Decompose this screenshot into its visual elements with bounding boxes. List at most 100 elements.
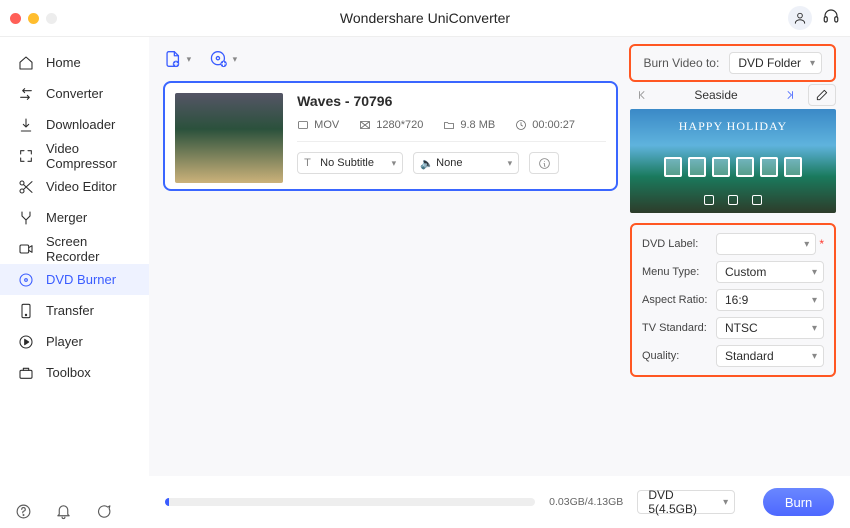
disc-type-select[interactable]: DVD 5(4.5GB) <box>637 490 735 514</box>
download-icon <box>18 117 34 133</box>
sidebar-item-label: Downloader <box>46 117 115 132</box>
tv-standard-label: TV Standard: <box>642 322 716 334</box>
sidebar-item-player[interactable]: Player <box>0 326 149 357</box>
close-window-button[interactable] <box>10 13 21 24</box>
resolution-icon <box>359 119 371 131</box>
clip-size: 9.8 MB <box>460 119 495 131</box>
toolbox-icon <box>18 365 34 381</box>
sidebar-item-merger[interactable]: Merger <box>0 202 149 233</box>
notifications-button[interactable] <box>54 502 72 520</box>
sidebar-item-label: Home <box>46 55 81 70</box>
add-file-button[interactable]: ▾ <box>163 45 191 73</box>
merge-icon <box>18 210 34 226</box>
theme-banner-text: HAPPY HOLIDAY <box>630 119 836 134</box>
burn-button[interactable]: Burn <box>763 488 834 516</box>
help-icon <box>15 503 32 520</box>
next-theme-button[interactable] <box>776 84 802 106</box>
aspect-ratio-select[interactable]: 16:9 <box>716 289 824 311</box>
sidebar-item-dvd-burner[interactable]: DVD Burner <box>0 264 149 295</box>
play-icon <box>18 334 34 350</box>
folder-icon <box>443 119 455 131</box>
quality-select[interactable]: Standard <box>716 345 824 367</box>
clip-title: Waves - 70796 <box>297 93 606 109</box>
next-icon <box>781 89 797 101</box>
sidebar-item-transfer[interactable]: Transfer <box>0 295 149 326</box>
format-icon <box>297 119 309 131</box>
file-plus-icon <box>163 48 182 70</box>
clip-duration: 00:00:27 <box>532 119 575 131</box>
account-button[interactable] <box>788 6 812 30</box>
sidebar-item-label: Transfer <box>46 303 94 318</box>
menu-type-select[interactable]: Custom <box>716 261 824 283</box>
transfer-icon <box>18 303 34 319</box>
dvd-settings: DVD Label: * Menu Type: Custom Aspect Ra… <box>630 223 836 377</box>
subtitle-icon: T <box>304 157 311 169</box>
home-icon <box>18 55 34 71</box>
sidebar-item-toolbox[interactable]: Toolbox <box>0 357 149 388</box>
clip-info-button[interactable] <box>529 152 559 174</box>
clip-thumbnail <box>175 93 283 183</box>
burn-to-select[interactable]: DVD Folder <box>729 52 822 74</box>
sidebar-item-label: Video Editor <box>46 179 117 194</box>
app-title: Wondershare UniConverter <box>340 10 510 26</box>
sidebar-item-label: Screen Recorder <box>46 234 131 264</box>
sidebar-item-editor[interactable]: Video Editor <box>0 171 149 202</box>
audio-select[interactable]: 🔈None <box>413 152 519 174</box>
clip-format: MOV <box>314 119 339 131</box>
prev-theme-button[interactable] <box>630 84 656 106</box>
sidebar-item-label: Merger <box>46 210 87 225</box>
converter-icon <box>18 86 34 102</box>
sidebar-item-label: Converter <box>46 86 103 101</box>
size-progress-text: 0.03GB/4.13GB <box>549 496 623 508</box>
main-content: ▾ ▾ Burn Video to: DVD Folder Waves - 70… <box>149 37 850 528</box>
sidebar-item-downloader[interactable]: Downloader <box>0 109 149 140</box>
burn-target-group: Burn Video to: DVD Folder <box>629 44 836 82</box>
bell-icon <box>55 503 72 520</box>
minimize-window-button[interactable] <box>28 13 39 24</box>
dvd-label-input[interactable] <box>716 233 816 255</box>
clip-card[interactable]: Waves - 70796 MOV 1280*720 9.8 MB 00:00:… <box>163 81 618 191</box>
sidebar-item-converter[interactable]: Converter <box>0 78 149 109</box>
sidebar-item-label: Video Compressor <box>46 141 131 171</box>
theme-preview[interactable]: HAPPY HOLIDAY <box>630 109 836 213</box>
sidebar-item-home[interactable]: Home <box>0 47 149 78</box>
help-button[interactable] <box>14 502 32 520</box>
scissors-icon <box>18 179 34 195</box>
sidebar-item-recorder[interactable]: Screen Recorder <box>0 233 149 264</box>
theme-name: Seaside <box>694 88 737 102</box>
required-indicator: * <box>819 237 824 251</box>
zoom-window-button[interactable] <box>46 13 57 24</box>
chevron-down-icon: ▾ <box>233 54 238 65</box>
feedback-button[interactable] <box>94 502 112 520</box>
chevron-down-icon: ▾ <box>187 54 192 65</box>
quality-label: Quality: <box>642 350 716 362</box>
support-button[interactable] <box>822 7 840 30</box>
record-icon <box>18 241 34 257</box>
sidebar-item-label: DVD Burner <box>46 272 116 287</box>
titlebar: Wondershare UniConverter <box>0 0 850 37</box>
compress-icon <box>18 148 34 164</box>
disc-icon <box>18 272 34 288</box>
size-progress <box>165 498 535 506</box>
headphones-icon <box>822 7 840 25</box>
tv-standard-select[interactable]: NTSC <box>716 317 824 339</box>
load-dvd-button[interactable]: ▾ <box>209 45 237 73</box>
disc-plus-icon <box>209 48 228 70</box>
subtitle-select[interactable]: TNo Subtitle <box>297 152 403 174</box>
aspect-ratio-label: Aspect Ratio: <box>642 294 716 306</box>
sidebar-item-label: Player <box>46 334 83 349</box>
dvd-label-label: DVD Label: <box>642 238 716 250</box>
clock-icon <box>515 119 527 131</box>
info-icon <box>538 157 551 170</box>
edit-theme-button[interactable] <box>808 84 836 106</box>
chat-icon <box>95 503 112 520</box>
sidebar-item-compressor[interactable]: Video Compressor <box>0 140 149 171</box>
pencil-icon <box>815 88 829 102</box>
prev-icon <box>635 89 651 101</box>
burn-to-label: Burn Video to: <box>643 56 719 70</box>
bottom-bar: 0.03GB/4.13GB DVD 5(4.5GB) Burn <box>149 476 850 528</box>
menu-type-label: Menu Type: <box>642 266 716 278</box>
user-icon <box>793 11 807 25</box>
audio-icon: 🔈 <box>420 157 434 170</box>
sidebar: Home Converter Downloader Video Compress… <box>0 37 149 528</box>
